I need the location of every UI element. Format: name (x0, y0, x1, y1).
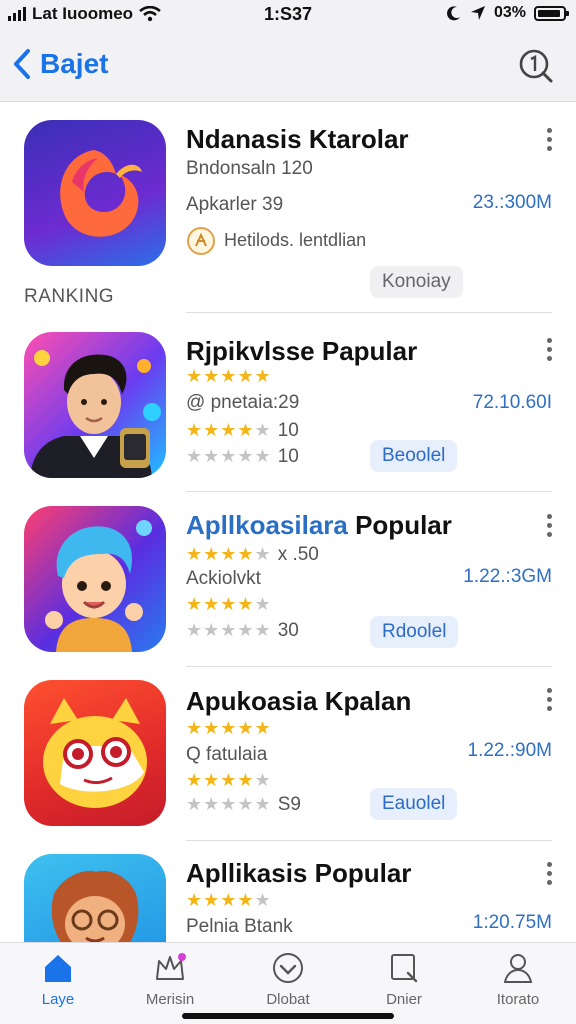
star-rating: ★★★★★ (186, 718, 272, 738)
heart-icon (273, 953, 303, 983)
tab-bar: Laye Merisin Dlobat Dnier Itorato (0, 942, 576, 1024)
tab-label: Itorato (496, 991, 540, 1008)
app-icon[interactable] (24, 854, 166, 942)
star-rating: ★★★★★ (186, 770, 272, 790)
folder-icon (391, 954, 418, 983)
app-size: 1.22.:90M (467, 740, 553, 761)
app-icon[interactable] (24, 506, 166, 652)
home-indicator[interactable] (182, 1013, 394, 1019)
app-title[interactable]: Rjpikvlsse Papular (186, 336, 417, 367)
tab-featured[interactable]: Merisin (115, 951, 225, 1008)
star-rating: ★★★★★ (186, 594, 272, 614)
app-icon[interactable] (24, 680, 166, 826)
app-title-prefix: Apllkoasilara (186, 510, 348, 540)
tab-favorites[interactable]: Dlobat (233, 951, 343, 1008)
get-button[interactable]: Rdoolel (370, 616, 459, 648)
star-rating: ★★★★★ 10 (186, 420, 299, 441)
app-title-main: Popular (347, 510, 452, 540)
back-button[interactable]: Bajet (12, 48, 108, 80)
tab-profile[interactable]: Itorato (463, 951, 573, 1008)
navigation-bar: Bajet (0, 30, 576, 102)
avatar-fox-icon (51, 870, 139, 942)
tab-home[interactable]: Laye (3, 951, 113, 1008)
divider (186, 312, 552, 313)
featured-app-subtitle: Bndonsaln 120 (186, 158, 313, 179)
star-rating: ★★★★★ S9 (186, 794, 301, 815)
tab-label: Dnier (386, 991, 422, 1008)
divider (186, 840, 552, 841)
more-icon[interactable] (545, 338, 553, 364)
more-icon[interactable] (545, 688, 553, 714)
star-rating: ★★★★★ (186, 366, 272, 386)
more-icon[interactable] (545, 128, 553, 154)
more-icon[interactable] (545, 862, 553, 888)
app-subtitle: Pelnia Btank (186, 916, 293, 937)
search-icon[interactable] (516, 46, 556, 86)
app-title[interactable]: Apllikasis Popular (186, 858, 411, 889)
star-rating: ★★★★★ x .50 (186, 544, 319, 565)
battery-percent: 03% (493, 4, 526, 21)
tab-label: Merisin (145, 991, 195, 1008)
featured-app-size: 23.:300M (472, 192, 552, 213)
battery-icon (534, 5, 569, 21)
location-icon (470, 6, 485, 20)
tab-label: Dlobat (266, 991, 310, 1008)
cat-mascot-icon (43, 698, 147, 808)
app-size: 1.22.:3GM (463, 566, 552, 587)
app-subtitle: Q fatulaia (186, 744, 268, 765)
avatar-man-icon (30, 350, 161, 478)
rating-count: S9 (277, 794, 301, 815)
crown-icon (156, 953, 186, 980)
app-title[interactable]: Apllkoasilara Popular (186, 510, 452, 541)
badge-icon (187, 227, 215, 255)
divider (186, 491, 552, 492)
flame-logo-icon (60, 150, 142, 237)
app-size: 72.10.60I (472, 392, 552, 413)
app-title[interactable]: Apukoasia Kpalan (186, 686, 411, 717)
back-label: Bajet (40, 48, 109, 79)
get-button[interactable]: Beoolel (370, 440, 458, 472)
star-rating: ★★★★★ (186, 890, 272, 910)
featured-app-developer: Hetilods. lentdlian (224, 230, 367, 250)
rating-count: x .50 (277, 544, 319, 565)
section-label: RANKING (24, 286, 115, 307)
rating-count: 10 (277, 420, 299, 441)
featured-app-chip[interactable]: Konoiay (370, 266, 463, 298)
app-size: 1:20.75M (472, 912, 552, 933)
moon-icon (447, 6, 460, 21)
featured-app-icon[interactable] (24, 120, 166, 266)
featured-app-title[interactable]: Ndanasis Ktarolar (186, 124, 409, 155)
rating-count: 30 (277, 620, 299, 641)
chevron-left-icon (14, 49, 30, 79)
divider (186, 666, 552, 667)
featured-app-meta: Apkarler 39 (186, 194, 284, 215)
tab-library[interactable]: Dnier (349, 951, 459, 1008)
get-button[interactable]: Eauolel (370, 788, 458, 820)
avatar-boy-icon (45, 520, 152, 652)
app-subtitle: @ pnetaia:29 (186, 392, 300, 413)
status-bar: Lat Iuoomeo 1:S37 03% (0, 0, 576, 30)
home-icon (45, 955, 71, 982)
star-rating: ★★★★★ 30 (186, 620, 299, 641)
tab-label: Laye (41, 991, 75, 1008)
rating-count: 10 (277, 446, 299, 467)
app-list: Ndanasis Ktarolar Bndonsaln 120 Apkarler… (0, 102, 576, 942)
app-subtitle: Ackiolvkt (186, 568, 261, 589)
star-rating: ★★★★★ 10 (186, 446, 299, 467)
app-icon[interactable] (24, 332, 166, 478)
more-icon[interactable] (545, 514, 553, 540)
person-icon (503, 954, 533, 983)
